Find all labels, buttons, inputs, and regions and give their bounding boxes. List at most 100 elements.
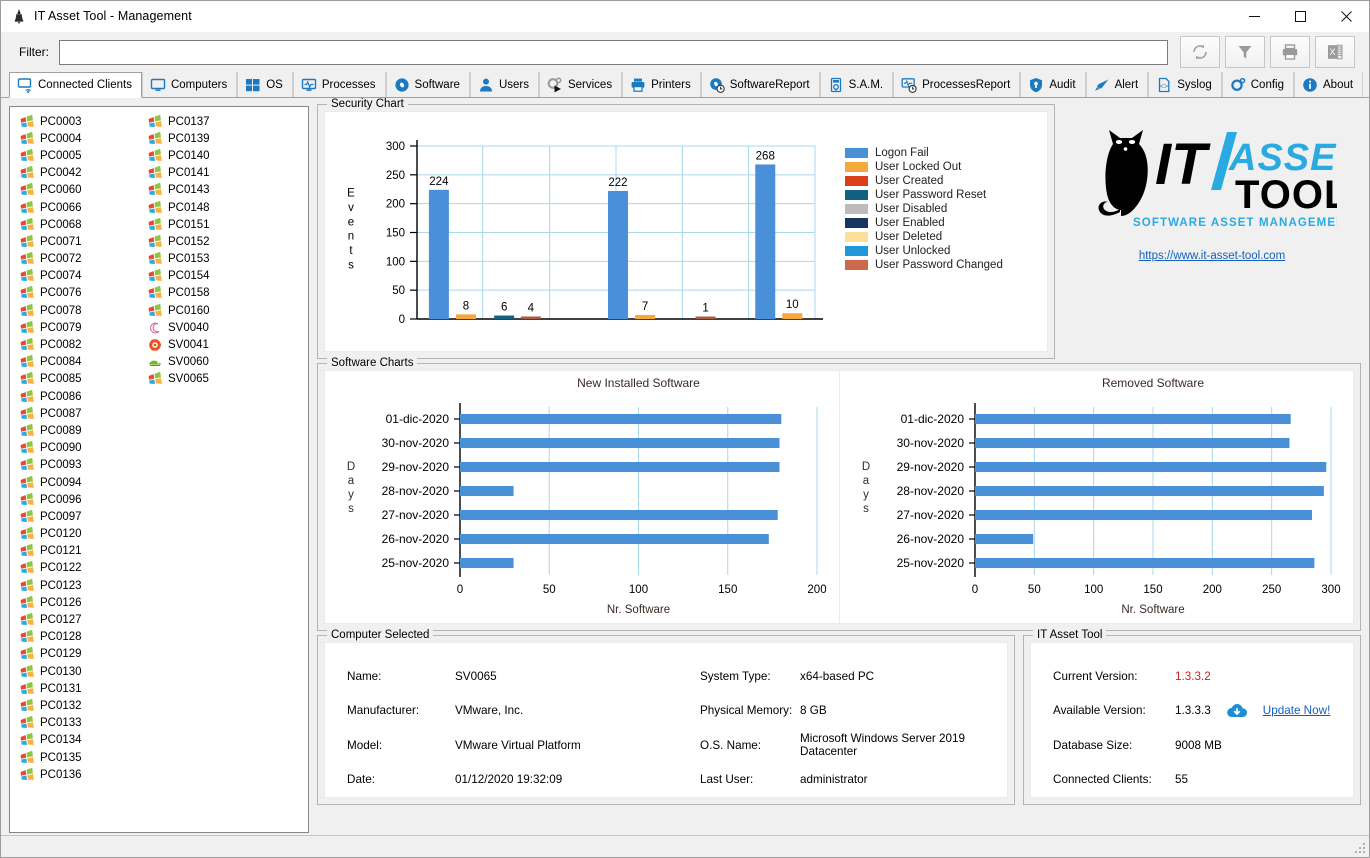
list-item-label: PC0086 [40,390,82,403]
list-item[interactable]: PC0090 [20,440,138,457]
svg-text:e: e [348,216,354,228]
tab-os[interactable]: OS [237,72,293,97]
list-item[interactable]: PC0072 [20,251,138,268]
tab-computers[interactable]: Computers [141,72,238,97]
list-item[interactable]: PC0005 [20,147,138,164]
tab-s-a-m[interactable]: S.A.M. [819,72,894,97]
list-item[interactable]: PC0160 [148,302,266,319]
list-item[interactable]: PC0134 [20,732,138,749]
list-item[interactable]: PC0128 [20,629,138,646]
list-item[interactable]: PC0135 [20,749,138,766]
svg-text:s: s [348,503,354,515]
list-item[interactable]: PC0003 [20,113,138,130]
list-item[interactable]: PC0148 [148,199,266,216]
list-item[interactable]: PC0123 [20,577,138,594]
list-item[interactable]: PC0071 [20,233,138,250]
tab-about[interactable]: About [1294,72,1364,97]
tab-connected-clients[interactable]: Connected Clients [9,72,142,98]
list-item[interactable]: PC0139 [148,130,266,147]
tab-software[interactable]: Software [385,72,470,97]
list-item[interactable]: PC0085 [20,371,138,388]
list-item[interactable]: PC0131 [20,680,138,697]
list-item[interactable]: PC0060 [20,182,138,199]
website-link[interactable]: https://www.it-asset-tool.com [1139,250,1285,262]
list-item[interactable]: PC0120 [20,526,138,543]
list-item[interactable]: PC0141 [148,165,266,182]
list-item[interactable]: PC0078 [20,302,138,319]
list-item[interactable]: PC0082 [20,336,138,353]
list-item[interactable]: PC0154 [148,268,266,285]
list-item-label: PC0122 [40,562,82,575]
list-item[interactable]: PC0126 [20,594,138,611]
tab-audit[interactable]: Audit [1020,72,1086,97]
tab-softwarereport[interactable]: SoftwareReport [700,72,820,97]
print-button[interactable] [1270,36,1310,68]
list-item[interactable]: SV0060 [148,354,266,371]
list-item-label: PC0153 [168,253,210,266]
list-item[interactable]: PC0136 [20,766,138,783]
excel-export-button[interactable]: X [1315,36,1355,68]
list-item[interactable]: PC0127 [20,611,138,628]
list-item[interactable]: PC0137 [148,113,266,130]
windows-logo-icon [20,200,34,215]
list-item[interactable]: PC0097 [20,508,138,525]
cloud-download-icon[interactable] [1225,702,1249,720]
list-item[interactable]: PC0096 [20,491,138,508]
list-item-label: PC0084 [40,356,82,369]
list-item[interactable]: PC0093 [20,457,138,474]
list-item[interactable]: PC0151 [148,216,266,233]
maximize-button[interactable] [1277,1,1323,32]
update-now-link[interactable]: Update Now! [1263,704,1331,717]
list-item-label: PC0071 [40,235,82,248]
svg-text:28-nov-2020: 28-nov-2020 [897,484,965,498]
list-item[interactable]: SV0041 [148,336,266,353]
filter-input[interactable] [59,39,1168,65]
svg-text:01-dic-2020: 01-dic-2020 [901,412,965,426]
list-item[interactable]: SV0065 [148,371,266,388]
minimize-button[interactable] [1231,1,1277,32]
resize-grip[interactable] [1354,842,1366,854]
list-item[interactable]: PC0130 [20,663,138,680]
tab-syslog[interactable]: <> Syslog [1148,72,1222,97]
list-item[interactable]: PC0152 [148,233,266,250]
list-item[interactable]: PC0089 [20,422,138,439]
list-item[interactable]: PC0153 [148,251,266,268]
tab-processes[interactable]: Processes [292,72,386,97]
list-item[interactable]: PC0140 [148,147,266,164]
window-title: IT Asset Tool - Management [34,9,192,23]
list-item-label: PC0131 [40,682,82,695]
list-item[interactable]: PC0084 [20,354,138,371]
list-item-label: PC0087 [40,407,82,420]
it-asset-tool-panel: IT Asset Tool Current Version: 1.3.3.2 A… [1023,629,1361,805]
list-item[interactable]: PC0132 [20,697,138,714]
list-item[interactable]: PC0121 [20,543,138,560]
list-item[interactable]: PC0129 [20,646,138,663]
tab-alert[interactable]: Alert [1085,72,1149,97]
tab-printers[interactable]: Printers [622,72,701,97]
list-item[interactable]: PC0076 [20,285,138,302]
list-item[interactable]: PC0066 [20,199,138,216]
list-item[interactable]: PC0094 [20,474,138,491]
list-item[interactable]: PC0087 [20,405,138,422]
list-item[interactable]: PC0143 [148,182,266,199]
refresh-button[interactable] [1180,36,1220,68]
connected-clients-list[interactable]: PC0003 PC0004 PC0005 PC0042 PC0060 PC006… [9,106,309,833]
windows-logo-icon [20,664,34,679]
close-button[interactable] [1323,1,1369,32]
list-item[interactable]: PC0158 [148,285,266,302]
svg-text:1: 1 [702,303,708,315]
list-item[interactable]: PC0079 [20,319,138,336]
list-item[interactable]: PC0074 [20,268,138,285]
filter-button[interactable] [1225,36,1265,68]
list-item[interactable]: PC0122 [20,560,138,577]
list-item[interactable]: PC0068 [20,216,138,233]
list-item[interactable]: PC0086 [20,388,138,405]
list-item[interactable]: SV0040 [148,319,266,336]
list-item[interactable]: PC0133 [20,715,138,732]
tab-config[interactable]: Config [1221,72,1294,97]
tab-services[interactable]: Services [538,72,623,97]
tab-users[interactable]: Users [469,72,539,97]
tab-processesreport[interactable]: ProcessesReport [893,72,1021,97]
list-item[interactable]: PC0004 [20,130,138,147]
list-item[interactable]: PC0042 [20,165,138,182]
